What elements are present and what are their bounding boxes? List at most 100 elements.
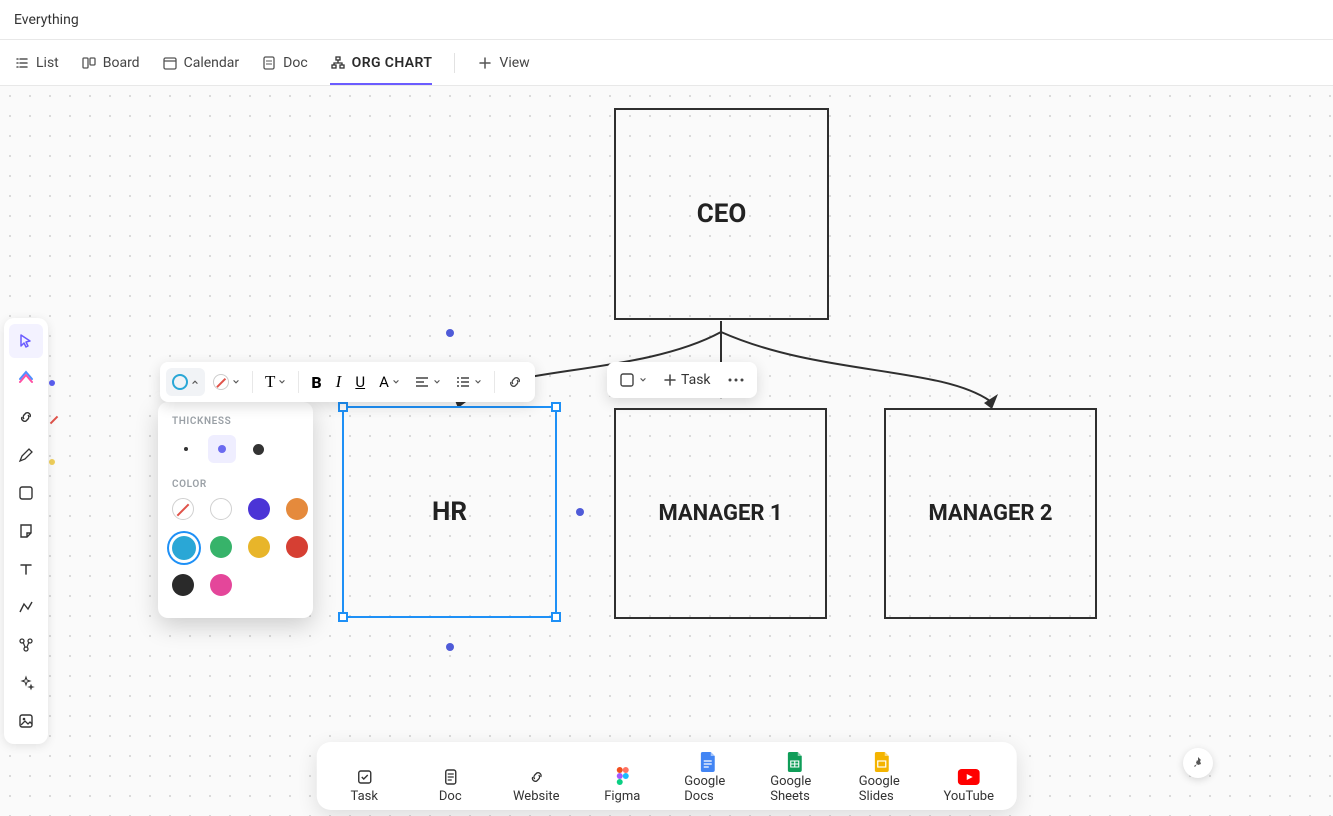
tab-list-label: List [36, 55, 59, 71]
more-icon [727, 377, 745, 383]
app-gdocs-label: Google Docs [684, 774, 732, 804]
bottom-app-bar: Task Doc Website Figma Google Docs Googl… [316, 742, 1017, 810]
italic-icon: I [336, 372, 342, 392]
chevron-down-icon [433, 378, 441, 386]
chevron-down-icon [639, 376, 647, 384]
add-task-button[interactable]: Task [657, 366, 717, 394]
header-title: Everything [14, 12, 79, 28]
text-color-icon: A [379, 373, 389, 391]
tool-connector[interactable] [9, 590, 43, 624]
font-t-icon: T [265, 372, 275, 392]
color-cyan[interactable] [172, 536, 196, 560]
pin-button[interactable] [1183, 748, 1213, 778]
app-youtube[interactable]: YouTube [945, 765, 993, 804]
color-red[interactable] [286, 536, 308, 558]
cursor-icon [17, 332, 35, 350]
list-icon [14, 55, 30, 71]
whiteboard-canvas[interactable]: CEO HR MANAGER 1 MANAGER 2 [0, 86, 1333, 816]
board-icon [81, 55, 97, 71]
app-google-slides[interactable]: Google Slides [859, 750, 907, 804]
app-task-label: Task [351, 789, 378, 804]
tool-link[interactable] [9, 400, 43, 434]
gslides-icon [875, 752, 891, 772]
color-green[interactable] [210, 536, 232, 558]
color-pink[interactable] [210, 574, 232, 596]
underline-button[interactable]: U [349, 367, 371, 397]
tool-image[interactable] [9, 704, 43, 738]
app-gslides-label: Google Slides [859, 774, 907, 804]
figma-icon [615, 767, 629, 787]
clickup-icon [17, 370, 35, 388]
app-google-docs[interactable]: Google Docs [684, 750, 732, 804]
link-icon [507, 374, 523, 390]
app-website[interactable]: Website [512, 765, 560, 804]
tool-clickup[interactable] [9, 362, 43, 396]
tab-orgchart[interactable]: ORG CHART [330, 55, 433, 71]
gdocs-icon [700, 752, 716, 772]
color-label: COLOR [172, 479, 299, 490]
more-button[interactable] [721, 371, 751, 389]
app-google-sheets[interactable]: Google Sheets [770, 750, 821, 804]
thickness-thick[interactable] [244, 435, 272, 463]
app-doc[interactable]: Doc [426, 765, 474, 804]
tool-shape[interactable] [9, 476, 43, 510]
bullet-list-icon [455, 374, 471, 390]
color-none[interactable] [172, 498, 194, 520]
bold-button[interactable]: B [305, 367, 327, 398]
chevron-up-icon [191, 378, 199, 386]
tool-ai[interactable] [9, 666, 43, 700]
node-hr[interactable]: HR [342, 406, 557, 618]
tab-calendar[interactable]: Calendar [162, 55, 240, 71]
font-button[interactable]: T [259, 366, 292, 398]
color-yellow[interactable] [248, 536, 270, 558]
tool-text[interactable] [9, 552, 43, 586]
youtube-icon [958, 769, 980, 785]
tab-list[interactable]: List [14, 55, 59, 71]
app-figma[interactable]: Figma [598, 765, 646, 804]
plus-icon [663, 373, 677, 387]
chevron-down-icon [392, 378, 400, 386]
tool-sticky[interactable] [9, 514, 43, 548]
add-task-label: Task [681, 372, 711, 388]
sparkle-icon [17, 674, 35, 692]
link-button[interactable] [501, 368, 529, 396]
color-black[interactable] [172, 574, 194, 596]
chevron-down-icon [474, 378, 482, 386]
app-figma-label: Figma [604, 789, 640, 804]
image-icon [17, 712, 35, 730]
resize-handle-sw[interactable] [338, 612, 348, 622]
tab-doc[interactable]: Doc [261, 55, 308, 71]
color-white[interactable] [210, 498, 232, 520]
app-task[interactable]: Task [340, 765, 388, 804]
fill-color-button[interactable] [207, 368, 246, 396]
text-color-button[interactable]: A [373, 367, 406, 397]
tab-board[interactable]: Board [81, 55, 140, 71]
doc-icon [261, 55, 277, 71]
stroke-color-button[interactable] [166, 368, 205, 396]
tool-diagram[interactable] [9, 628, 43, 662]
italic-button[interactable]: I [330, 366, 348, 398]
thickness-thin[interactable] [172, 435, 200, 463]
tab-add-view[interactable]: View [477, 55, 529, 71]
node-hr-label: HR [432, 497, 467, 527]
chevron-down-icon [232, 378, 240, 386]
resize-handle-se[interactable] [551, 612, 561, 622]
tool-select[interactable] [9, 324, 43, 358]
pen-icon [17, 446, 35, 464]
gsheets-icon [788, 752, 804, 772]
tool-pen[interactable] [9, 438, 43, 472]
text-icon [17, 560, 35, 578]
bold-icon: B [311, 373, 321, 392]
color-violet[interactable] [248, 498, 270, 520]
resize-handle-nw[interactable] [338, 402, 348, 412]
doc-icon [441, 768, 459, 786]
color-orange[interactable] [286, 498, 308, 520]
tab-calendar-label: Calendar [184, 55, 240, 71]
thickness-medium[interactable] [208, 435, 236, 463]
diagram-icon [17, 636, 35, 654]
align-button[interactable] [408, 368, 447, 396]
app-website-label: Website [513, 789, 560, 804]
shape-type-button[interactable] [613, 366, 653, 394]
list-button[interactable] [449, 368, 488, 396]
resize-handle-ne[interactable] [551, 402, 561, 412]
